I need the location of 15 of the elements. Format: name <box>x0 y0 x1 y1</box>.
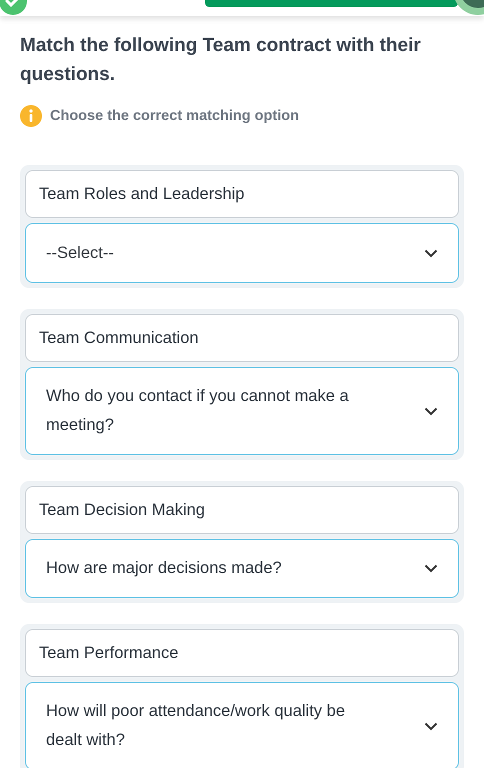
info-icon <box>20 105 42 127</box>
answer-dropdown[interactable]: How will poor attendance/work quality be dealt with? <box>25 682 459 768</box>
chevron-down-icon <box>424 248 438 258</box>
term-label: Team Performance <box>25 629 459 677</box>
term-label: Team Communication <box>25 314 459 362</box>
chevron-down-icon <box>424 722 438 730</box>
chevron-down-icon <box>424 406 438 416</box>
answer-dropdown[interactable]: --Select-- <box>25 223 459 283</box>
term-label: Team Roles and Leadership <box>25 170 459 218</box>
chevron-down-icon <box>424 564 438 573</box>
hint-text: Choose the correct matching option <box>50 108 299 124</box>
question-title: Match the following Team contract with their questions. <box>20 34 422 87</box>
answer-dropdown[interactable]: How are major decisions made? <box>25 539 459 598</box>
term-label: Team Decision Making <box>25 486 459 534</box>
answer-dropdown[interactable]: Who do you contact if you cannot make a meeting? <box>25 367 459 455</box>
